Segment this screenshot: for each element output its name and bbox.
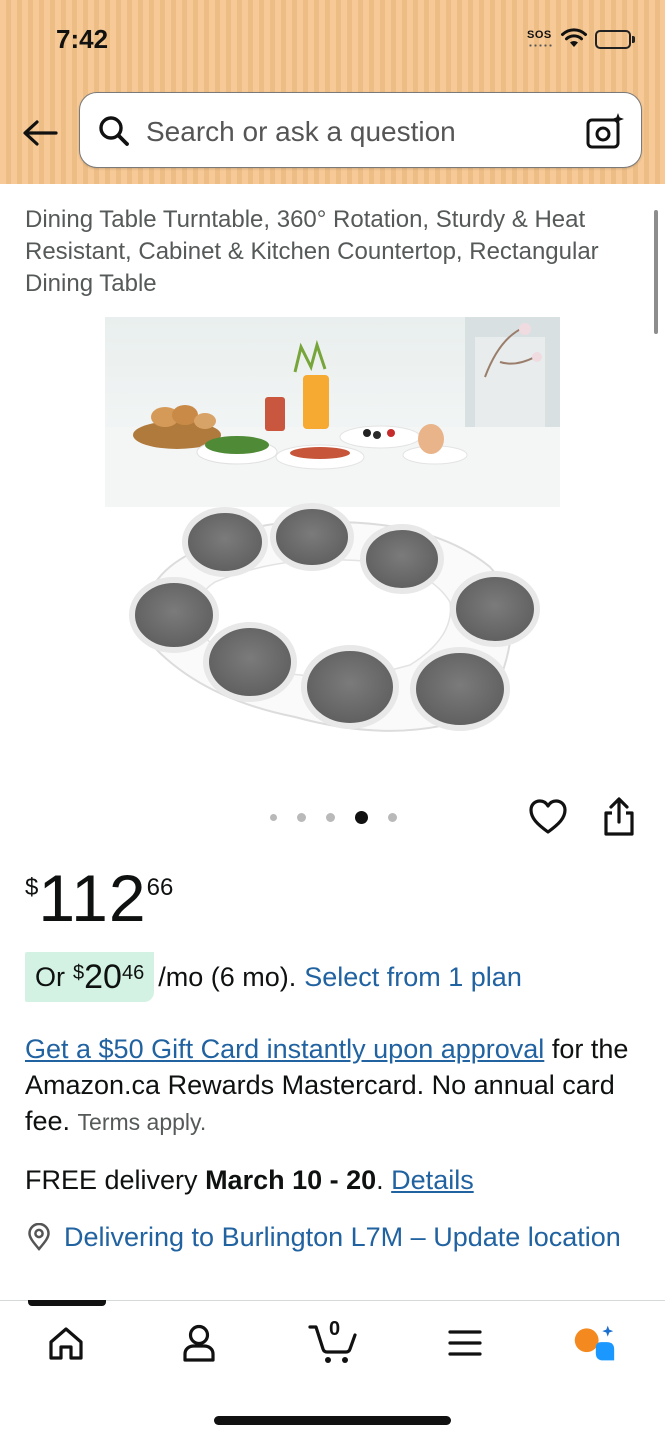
image-carousel-dots[interactable] [270,810,417,824]
cart-count-badge: 0 [329,1318,341,1340]
active-tab-indicator [28,1300,106,1306]
product-image[interactable] [105,317,560,757]
home-icon [49,1327,83,1360]
header-bar: 7:42 SOS Search or ask a question [0,0,665,184]
battery-icon [595,30,635,49]
location-pin-icon [28,1223,50,1251]
plan-suffix: /mo (6 mo). [158,961,297,992]
product-title: Dining Table Turntable, 360° Rotation, S… [25,206,599,297]
carousel-dot-active[interactable] [355,811,368,824]
delivery-info: FREE delivery March 10 - 20. Details [25,1162,474,1198]
select-plan-link[interactable]: Select from 1 plan [304,962,522,993]
delivery-separator: . [376,1165,392,1195]
monthly-price-badge: Or $ 20 46 [25,952,155,1002]
terms-apply-text[interactable]: Terms apply. [78,1109,207,1135]
price-fraction: 66 [146,874,174,901]
menu-icon [448,1330,482,1356]
delivery-prefix: FREE delivery [25,1165,206,1195]
carousel-dot[interactable] [388,813,397,822]
status-time: 7:42 [56,24,109,54]
carousel-dot[interactable] [270,814,277,821]
plan-currency: $ [73,962,85,984]
plan-prefix: Or [35,961,65,992]
gift-card-offer: Get a $50 Gift Card instantly upon appro… [25,1031,640,1140]
wishlist-heart-icon[interactable] [527,796,569,838]
search-placeholder: Search or ask a question [146,116,456,147]
wifi-icon [561,28,587,47]
plan-fraction: 46 [121,962,145,984]
camera-search-icon[interactable] [585,111,625,151]
home-indicator[interactable] [214,1416,451,1425]
plan-whole: 20 [84,957,122,996]
monthly-plan-row: Or $ 20 46 /mo (6 mo). Select from 1 pla… [25,952,522,1002]
nav-rufus[interactable] [572,1321,616,1365]
nav-account[interactable] [177,1321,221,1365]
gift-card-link[interactable]: Get a $50 Gift Card instantly upon appro… [25,1034,544,1064]
delivery-dates: March 10 - 20 [205,1165,377,1195]
back-arrow-icon [23,120,58,146]
delivery-details-link[interactable]: Details [391,1165,474,1195]
nav-menu[interactable] [443,1321,487,1365]
carousel-dot[interactable] [326,813,335,822]
signal-dots-icon [528,44,552,47]
update-location-link[interactable]: Delivering to Burlington L7M – Update lo… [64,1219,624,1255]
nav-home[interactable] [44,1321,88,1365]
scrollbar[interactable] [654,210,658,334]
price-currency: $ [25,874,39,901]
share-icon[interactable] [600,796,638,838]
rufus-ai-icon [574,1325,615,1361]
back-button[interactable] [20,113,60,153]
product-price: $ 112 66 [25,860,173,940]
account-icon [183,1324,215,1362]
carousel-dot[interactable] [297,813,306,822]
sos-indicator: SOS [527,29,552,41]
price-whole: 112 [38,861,147,935]
search-icon [99,116,129,146]
search-input[interactable]: Search or ask a question [79,92,642,168]
